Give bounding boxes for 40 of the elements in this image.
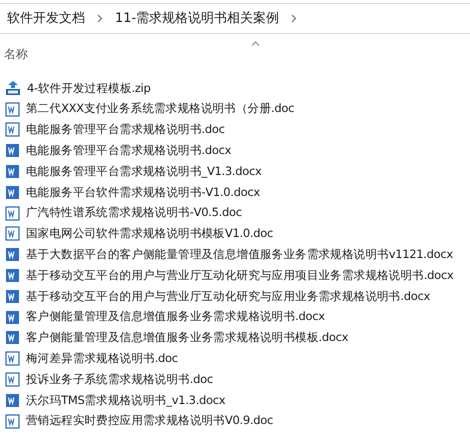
word-document-icon (5, 351, 20, 366)
word-document-icon (5, 102, 20, 117)
word-document-icon (5, 372, 20, 388)
word-document-icon (5, 184, 20, 200)
word-document-icon (5, 330, 20, 346)
word-document-icon (5, 206, 20, 221)
word-document-icon (5, 226, 20, 242)
word-document-icon (5, 392, 20, 408)
file-name[interactable]: 基于大数据平台的客户侧能量管理及信息增值服务业务需求规格说明书v1121.docx (26, 249, 453, 261)
file-name[interactable]: 国家电网公司软件需求规格说明书模板V1.0.doc (26, 228, 273, 240)
file-name[interactable]: 电能服务管理平台需求规格说明书.docx (26, 145, 232, 157)
word-document-icon (5, 310, 20, 325)
word-document-icon (5, 288, 20, 304)
word-document-icon (5, 414, 20, 429)
word-document-icon (5, 164, 20, 180)
file-name[interactable]: 基于移动交互平台的用户与营业厅互动化研究与应用项目业务需求规格说明书.docx (26, 270, 454, 282)
file-name[interactable]: 基于移动交互平台的用户与营业厅互动化研究与应用业务需求规格说明书.docx (26, 290, 430, 302)
file-name[interactable]: 客户侧能量管理及信息增值服务业务需求规格说明书模板.docx (26, 332, 348, 344)
file-name[interactable]: 营销远程实时费控应用需求规格说明书V0.9.doc (26, 415, 273, 427)
file-name[interactable]: 沃尔玛TMS需求规格说明书_v1.3.docx (26, 394, 226, 406)
word-document-icon (5, 247, 20, 262)
file-name[interactable]: 投诉业务子系统需求规格说明书.doc (26, 374, 213, 386)
sort-up-icon (251, 41, 260, 46)
chevron-icon (97, 14, 103, 23)
file-name[interactable]: 客户侧能量管理及信息增值服务业务需求规格说明书.docx (26, 311, 325, 323)
chevron-icon (291, 14, 298, 23)
breadcrumb-item[interactable]: 软件开发文档 (7, 8, 85, 28)
word-document-icon (5, 268, 20, 284)
file-name[interactable]: 4-软件开发过程模板.zip (27, 82, 150, 94)
file-name[interactable]: 第二代XXX支付业务系统需求规格说明书（分册.doc (26, 103, 294, 115)
word-document-icon (5, 122, 20, 138)
file-name[interactable]: 广汽特性谱系统需求规格说明书-V0.5.doc (26, 207, 242, 219)
file-name[interactable]: 梅河差异需求规格说明书.doc (26, 353, 178, 364)
word-document-icon (5, 143, 20, 158)
file-name[interactable]: 电能服务管理平台需求规格说明书.doc (26, 124, 225, 136)
zip-archive-icon (5, 80, 21, 96)
breadcrumb-item[interactable]: 11-需求规格说明书相关案例 (115, 8, 280, 28)
file-name[interactable]: 电能服务平台软件需求规格说明书-V1.0.docx (26, 186, 260, 198)
column-header[interactable]: 名称 (4, 45, 28, 63)
file-name[interactable]: 电能服务管理平台需求规格说明书_V1.3.docx (26, 166, 262, 178)
